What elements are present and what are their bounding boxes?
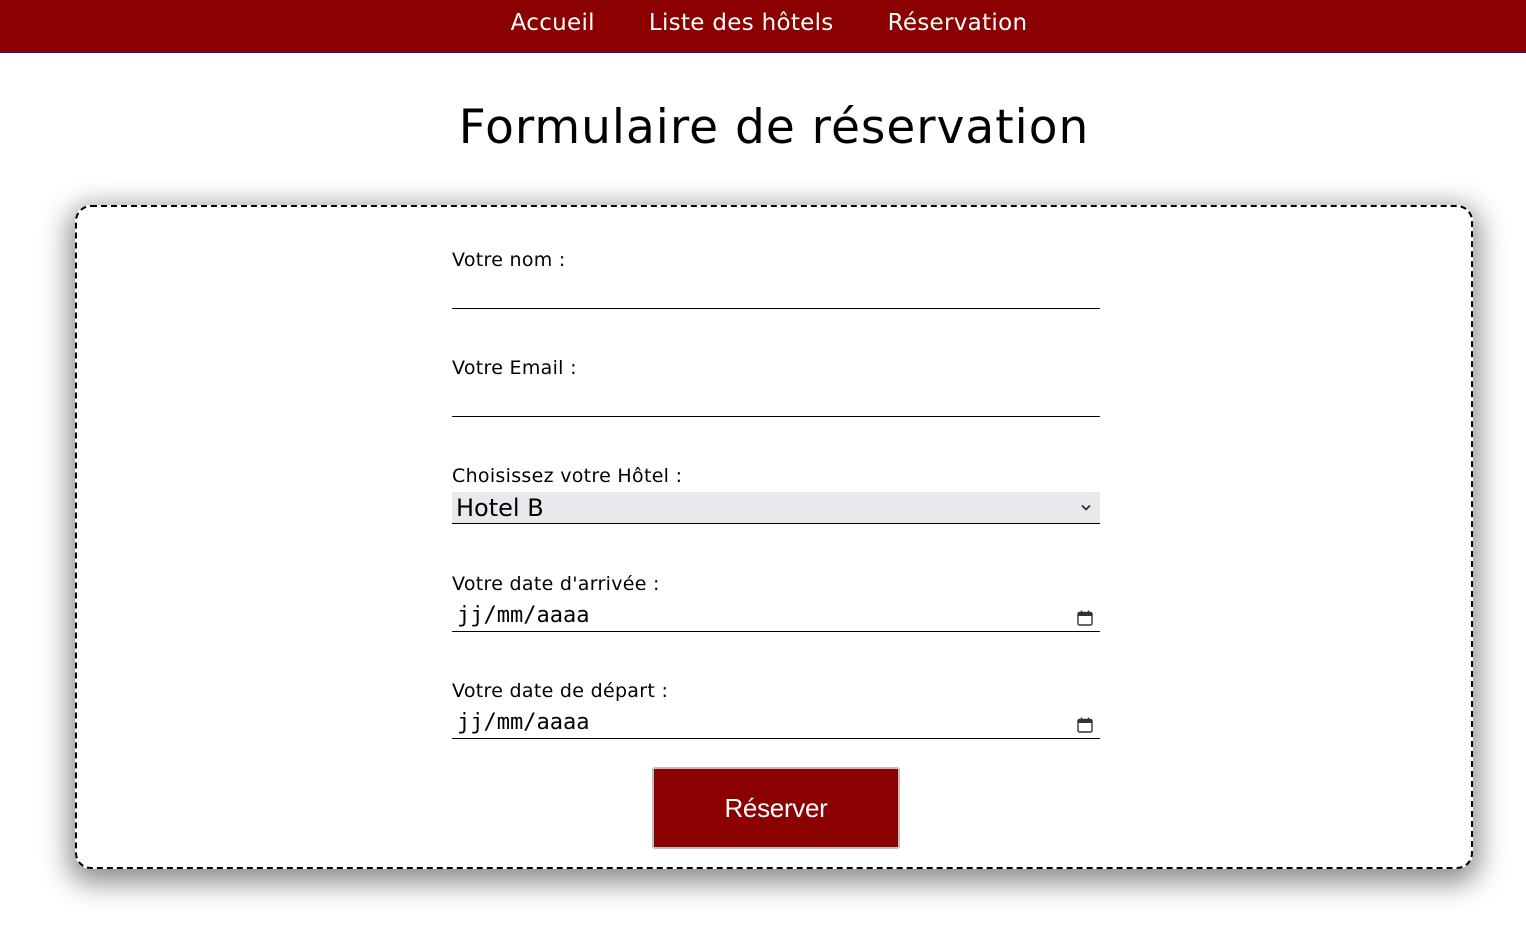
page-title: Formulaire de réservation <box>458 100 1090 155</box>
departure-date-input[interactable]: jj/mm/aaaa <box>452 707 1100 739</box>
nav-link-reservation[interactable]: Réservation <box>861 0 1055 35</box>
nav-link-liste-hotels[interactable]: Liste des hôtels <box>622 0 861 35</box>
reserver-button[interactable]: Réserver <box>652 767 900 849</box>
email-input[interactable] <box>452 387 1100 417</box>
hotel-label: Choisissez votre Hôtel : <box>452 465 683 487</box>
arrival-date-label: Votre date d'arrivée : <box>452 573 660 595</box>
calendar-icon[interactable] <box>1076 716 1094 734</box>
name-input[interactable] <box>452 279 1100 309</box>
top-navigation: Accueil Liste des hôtels Réservation <box>0 0 1526 53</box>
nav-link-accueil[interactable]: Accueil <box>484 0 622 35</box>
name-label: Votre nom : <box>452 249 566 271</box>
calendar-icon[interactable] <box>1076 609 1094 627</box>
departure-date-label: Votre date de départ : <box>452 680 669 702</box>
arrival-date-input[interactable]: jj/mm/aaaa <box>452 600 1100 632</box>
chevron-down-icon <box>1079 501 1093 515</box>
hotel-select[interactable]: Hotel B <box>452 492 1100 524</box>
arrival-date-placeholder: jj/mm/aaaa <box>457 602 590 628</box>
email-label: Votre Email : <box>452 357 577 379</box>
departure-date-placeholder: jj/mm/aaaa <box>457 709 590 735</box>
reservation-form: Votre nom : Votre Email : Choisissez vot… <box>75 205 1473 869</box>
hotel-select-value: Hotel B <box>456 493 544 522</box>
